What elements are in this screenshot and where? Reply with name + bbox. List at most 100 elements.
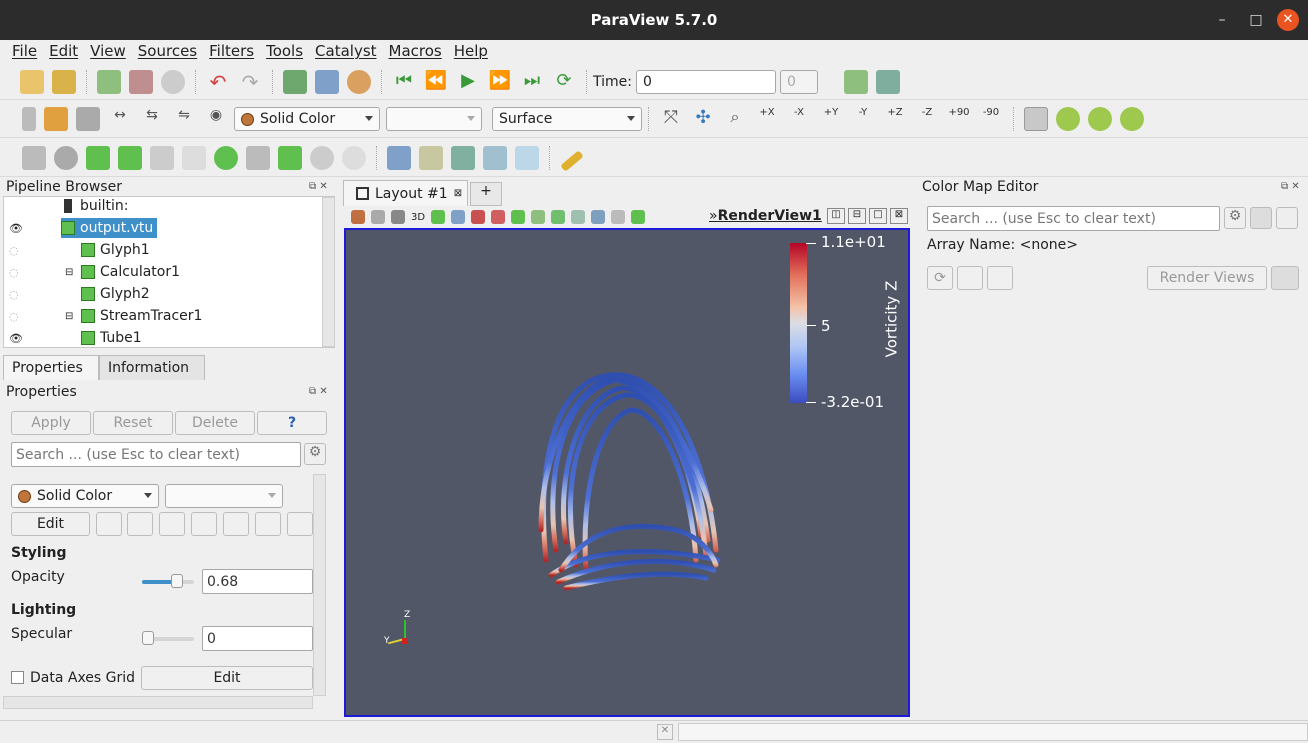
pipeline-item[interactable]: ◌ ⊟ Calculator1 (4, 261, 322, 283)
rescale-temporal-icon[interactable]: ⇆ (140, 107, 164, 131)
menu-sources[interactable]: Sources (138, 42, 197, 60)
connect-icon[interactable] (97, 69, 121, 94)
stream-tracer-icon[interactable] (246, 145, 270, 170)
extract-level-icon[interactable] (342, 145, 366, 170)
ruler-icon[interactable] (560, 149, 584, 172)
toggle-legend-icon[interactable] (1250, 207, 1272, 229)
float-close-icons[interactable]: ⧉ ✕ (309, 181, 328, 192)
collapse-icon[interactable]: ⊟ (65, 311, 73, 322)
pipeline-item[interactable]: ◌ Glyph1 (4, 239, 322, 261)
menu-edit[interactable]: Edit (49, 42, 78, 60)
view-plus-z-icon[interactable]: +Z (883, 107, 907, 131)
visibility-eye-icon[interactable]: ◉ (204, 107, 228, 131)
threshold-icon[interactable] (150, 145, 174, 170)
view-plus-x-icon[interactable]: +X (755, 107, 779, 131)
apply-button[interactable]: Apply (11, 411, 91, 435)
render-views-button[interactable]: Render Views (1147, 266, 1267, 290)
pipeline-scrollbar[interactable] (322, 197, 335, 347)
camera-icon[interactable] (315, 69, 339, 94)
plot-over-line-icon[interactable] (451, 145, 475, 170)
save-preset-icon[interactable] (957, 266, 983, 290)
component-select[interactable] (386, 107, 482, 131)
menu-help[interactable]: Help (454, 42, 488, 60)
hover-points-icon[interactable] (571, 210, 586, 224)
properties-coloring-select[interactable]: Solid Color (11, 484, 159, 508)
close-tab-icon[interactable]: ⊠ (454, 188, 462, 199)
reset-range-icon[interactable] (76, 107, 100, 131)
representation-select[interactable]: Surface (492, 107, 642, 131)
interactive-select-icon[interactable] (419, 145, 443, 170)
view-minus-x-icon[interactable]: -X (787, 107, 811, 131)
loop-icon[interactable]: ⟳ (552, 70, 576, 94)
choose-preset-icon[interactable] (223, 512, 249, 536)
menu-file[interactable]: File (12, 42, 37, 60)
screenshot-icon[interactable] (391, 210, 405, 224)
rescale-visible-icon[interactable] (191, 512, 217, 536)
play-icon[interactable]: ▶ (456, 70, 480, 94)
properties-scrollbar[interactable] (313, 474, 326, 696)
float-close-icons[interactable]: ⧉ ✕ (1281, 181, 1300, 192)
data-axes-grid-edit-button[interactable]: Edit (141, 666, 313, 690)
help-button[interactable]: ? (257, 411, 327, 435)
tab-layout-1[interactable]: Layout #1 ⊠ (343, 180, 468, 206)
gear-icon[interactable]: ⚙ (304, 443, 326, 465)
maximize-view-icon[interactable]: □ (869, 208, 887, 224)
select-frustum-icon[interactable] (471, 210, 486, 224)
pick-center-icon[interactable] (1120, 107, 1144, 131)
glyph-icon[interactable] (214, 145, 238, 170)
opacity-slider-handle[interactable] (171, 574, 184, 588)
advanced-icon[interactable] (1276, 207, 1298, 229)
autoapply-icon[interactable] (161, 69, 185, 94)
tab-properties[interactable]: Properties (3, 355, 99, 380)
pipeline-item[interactable]: 👁 output.vtu (4, 217, 322, 239)
select-points-icon[interactable] (387, 145, 411, 170)
specular-slider[interactable] (142, 631, 194, 645)
add-layout-button[interactable]: + (470, 182, 502, 206)
next-frame-icon[interactable]: ⏩ (488, 70, 512, 94)
warp-vector-icon[interactable] (278, 145, 302, 170)
data-axes-grid-checkbox[interactable] (11, 671, 24, 684)
more-chevron-icon[interactable]: » (709, 208, 718, 224)
ice-icon[interactable] (515, 145, 539, 170)
delete-button[interactable]: Delete (175, 411, 255, 435)
rescale-custom-icon[interactable]: ↔ (108, 107, 132, 131)
select-points-on-icon[interactable] (451, 210, 466, 224)
rotate-plus-90-icon[interactable]: +90 (947, 107, 971, 131)
capture-icon[interactable] (351, 210, 365, 224)
toggle-3d-button[interactable]: 3D (411, 212, 425, 223)
eye-hidden-icon[interactable]: ◌ (9, 266, 19, 279)
eye-visible-icon[interactable]: 👁 (9, 332, 23, 345)
select-cells-icon[interactable] (431, 210, 446, 224)
palette-icon[interactable] (347, 69, 371, 94)
view-plus-y-icon[interactable]: +Y (819, 107, 843, 131)
redo-icon[interactable]: ↷ (238, 70, 262, 94)
interactive-select-cells-icon[interactable] (551, 210, 566, 224)
reset-camera-icon[interactable]: ⤧ (659, 107, 683, 131)
select-polygon-icon[interactable] (511, 210, 526, 224)
show-orientation-axes-icon[interactable] (1024, 107, 1048, 131)
tab-information[interactable]: Information (99, 355, 205, 380)
grow-selection-icon[interactable] (631, 210, 646, 224)
group-datasets-icon[interactable] (310, 145, 334, 170)
hover-cells-icon[interactable] (591, 210, 606, 224)
specular-input[interactable]: 0 (202, 626, 313, 651)
properties-search-input[interactable]: Search ... (use Esc to clear text) (11, 442, 301, 467)
menu-tools[interactable]: Tools (266, 42, 303, 60)
lock-view-icon[interactable] (371, 210, 385, 224)
opacity-slider[interactable] (142, 574, 194, 588)
view-minus-y-icon[interactable]: -Y (851, 107, 875, 131)
rescale-custom-icon[interactable] (127, 512, 153, 536)
first-frame-icon[interactable]: ⏮ (392, 70, 416, 94)
zoom-to-data-icon[interactable]: ✣ (691, 107, 715, 131)
extract-subset-icon[interactable] (182, 145, 206, 170)
refresh-icon[interactable]: ⟳ (927, 266, 953, 290)
menu-view[interactable]: View (90, 42, 126, 60)
contour-icon[interactable] (54, 145, 78, 170)
clear-selection-icon[interactable] (611, 210, 626, 224)
find-data-icon[interactable] (843, 69, 868, 94)
menu-filters[interactable]: Filters (209, 42, 254, 60)
eye-hidden-icon[interactable]: ◌ (9, 244, 19, 257)
auto-update-icon[interactable] (1271, 266, 1299, 290)
opacity-input[interactable]: 0.68 (202, 569, 313, 594)
coloring-select[interactable]: Solid Color (234, 107, 380, 131)
